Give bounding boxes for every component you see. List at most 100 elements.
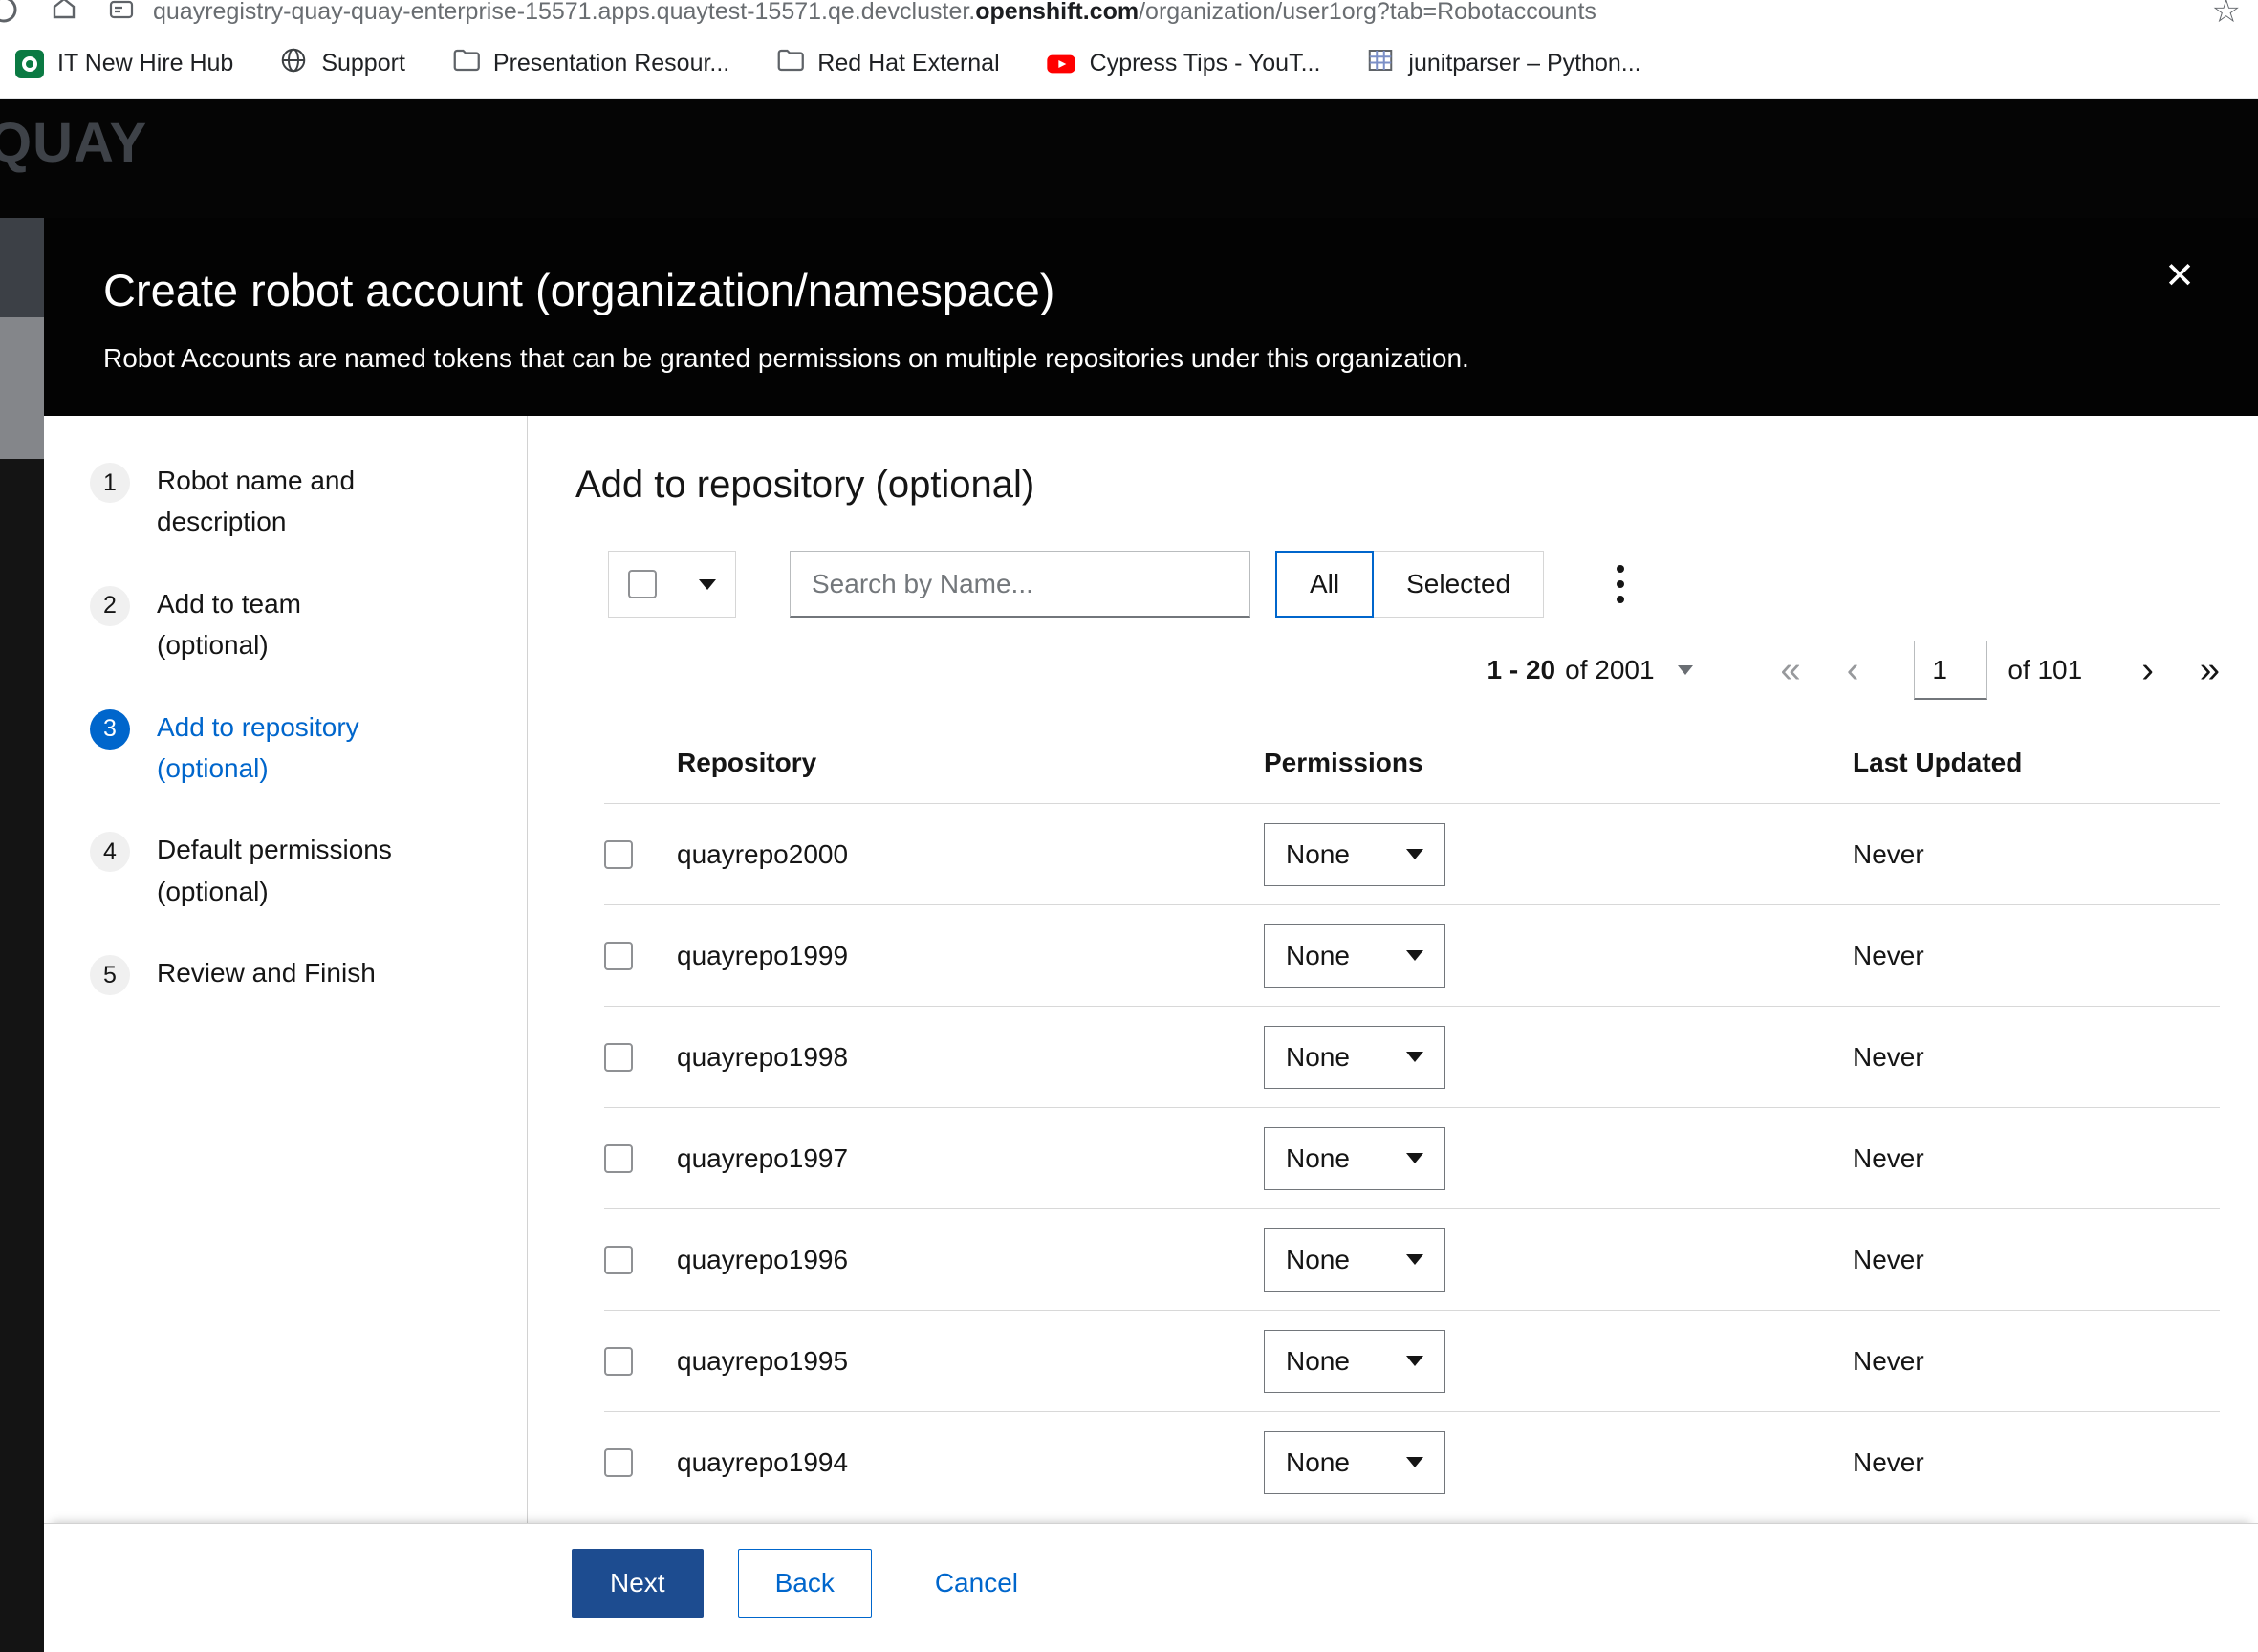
last-updated-value: Never [1853,1042,2220,1073]
folder-icon [451,46,480,81]
next-page-button[interactable]: › [2141,652,2154,688]
url-prefix: quayregistry-quay-quay-enterprise-15571.… [153,0,975,25]
chevron-down-icon [1406,1457,1423,1467]
bulk-select-checkbox[interactable] [628,570,657,598]
row-checkbox[interactable] [604,840,633,869]
modal-header: Create robot account (organization/names… [44,218,2258,416]
table-header-row: Repository Permissions Last Updated [604,740,2220,803]
row-checkbox[interactable] [604,1448,633,1477]
repo-name: quayrepo1995 [677,1346,1264,1377]
current-page-input[interactable] [1914,641,1987,700]
step-label: Add to repository (optional) [157,706,398,790]
table-row: quayrepo1994 None Never [604,1411,2220,1512]
cancel-button[interactable]: Cancel [935,1568,1018,1598]
wizard-step-default-permissions[interactable]: 4 Default permissions (optional) [90,829,498,912]
step-label: Default permissions (optional) [157,829,398,912]
search-input[interactable] [790,551,1250,618]
bookmark-label: Presentation Resour... [493,50,729,77]
last-updated-value: Never [1853,941,2220,971]
wizard-footer: Next Back Cancel [44,1523,2258,1652]
permission-value: None [1286,1245,1350,1275]
kebab-menu-icon[interactable] [1611,559,1630,609]
table-row: quayrepo1996 None Never [604,1208,2220,1310]
bookmark-star-icon[interactable]: ☆ [2212,0,2241,29]
page-permissions-icon[interactable] [107,0,136,28]
bookmark-it-new-hire-hub[interactable]: IT New Hire Hub [15,50,233,78]
repo-name: quayrepo1998 [677,1042,1264,1073]
last-updated-value: Never [1853,1245,2220,1275]
filter-selected-toggle[interactable]: Selected [1374,551,1544,618]
step-number: 5 [90,955,130,995]
step-number: 3 [90,709,130,750]
chevron-down-icon [1406,1153,1423,1163]
pagination-range-dropdown[interactable]: 1 - 20 of 2001 [1487,655,1693,685]
total-pages-label: of 101 [2008,655,2082,685]
bulk-select-dropdown[interactable] [608,551,736,618]
bookmark-presentation-resources[interactable]: Presentation Resour... [451,46,729,81]
column-header-repository: Repository [677,748,1264,778]
permission-value: None [1286,1143,1350,1174]
back-button[interactable]: Back [738,1549,872,1618]
chevron-down-icon [1678,665,1693,675]
permission-dropdown[interactable]: None [1264,1127,1445,1190]
first-page-button[interactable]: « [1781,652,1801,688]
previous-page-button[interactable]: ‹ [1847,652,1859,688]
repo-name: quayrepo2000 [677,839,1264,870]
permission-value: None [1286,1447,1350,1478]
wizard-step-add-to-team[interactable]: 2 Add to team (optional) [90,583,498,666]
pagination-bar: 1 - 20 of 2001 « ‹ of 101 › » [575,641,2220,700]
permission-dropdown[interactable]: None [1264,1228,1445,1292]
pagination-range-total: of 2001 [1565,655,1654,685]
bookmark-red-hat-external[interactable]: Red Hat External [775,46,999,81]
permission-value: None [1286,1346,1350,1377]
url-path: /organization/user1org?tab=Robotaccounts [1139,0,1596,25]
reload-icon[interactable] [0,0,23,29]
row-checkbox[interactable] [604,1144,633,1173]
permission-dropdown[interactable]: None [1264,924,1445,988]
bookmark-junitparser[interactable]: junitparser – Python... [1366,46,1640,81]
page-title: Add to repository (optional) [575,464,2220,507]
column-header-last-updated: Last Updated [1853,748,2220,778]
permission-dropdown[interactable]: None [1264,1026,1445,1089]
last-updated-value: Never [1853,1346,2220,1377]
bookmark-cypress-tips[interactable]: Cypress Tips - YouT... [1046,49,1321,79]
bookmark-support[interactable]: Support [279,46,405,81]
bookmark-label: IT New Hire Hub [57,50,233,77]
folder-icon [775,46,804,81]
last-page-button[interactable]: » [2200,652,2220,688]
permission-value: None [1286,839,1350,870]
site-info-icon[interactable] [50,0,78,28]
row-checkbox[interactable] [604,942,633,970]
step-label: Add to team (optional) [157,583,398,666]
table-row: quayrepo1998 None Never [604,1006,2220,1107]
row-checkbox[interactable] [604,1246,633,1274]
permission-dropdown[interactable]: None [1264,1431,1445,1494]
url-domain: openshift.com [975,0,1139,25]
close-icon[interactable]: ✕ [2164,258,2195,294]
chevron-down-icon [1406,1356,1423,1366]
wizard-step-review-finish[interactable]: 5 Review and Finish [90,952,498,995]
nav-block-highlight [0,317,44,459]
step-number: 4 [90,832,130,872]
bookmark-label: Cypress Tips - YouT... [1090,50,1321,77]
row-checkbox[interactable] [604,1043,633,1072]
permission-dropdown[interactable]: None [1264,823,1445,886]
step-label: Review and Finish [157,952,376,993]
youtube-icon [1046,49,1076,79]
step-number: 1 [90,463,130,503]
wizard-step-robot-name[interactable]: 1 Robot name and description [90,460,498,543]
create-robot-account-modal: Create robot account (organization/names… [44,218,2258,1652]
chevron-down-icon [1406,849,1423,859]
row-checkbox[interactable] [604,1347,633,1376]
permission-dropdown[interactable]: None [1264,1330,1445,1393]
green-app-icon [15,50,44,78]
address-url[interactable]: quayregistry-quay-quay-enterprise-15571.… [153,0,1596,26]
wizard-content-panel: Add to repository (optional) All Selecte… [528,416,2258,1523]
table-icon [1366,46,1395,81]
next-button[interactable]: Next [572,1549,704,1618]
wizard-step-add-to-repository[interactable]: 3 Add to repository (optional) [90,706,498,790]
last-updated-value: Never [1853,839,2220,870]
repo-name: quayrepo1999 [677,941,1264,971]
chevron-down-icon [1406,1052,1423,1062]
filter-all-toggle[interactable]: All [1275,551,1374,618]
